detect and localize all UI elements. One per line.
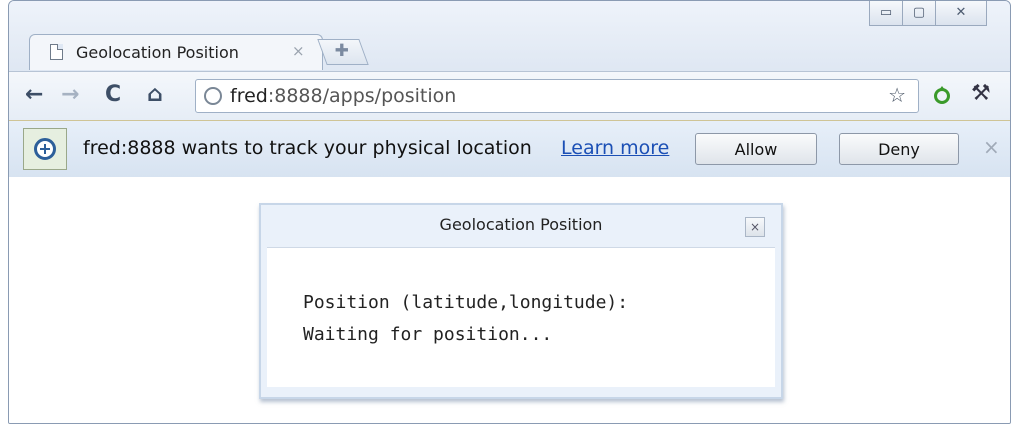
- url-text: fred:8888/apps/position: [230, 85, 457, 107]
- address-bar[interactable]: fred:8888/apps/position ☆: [195, 79, 919, 113]
- maximize-icon: ▢: [912, 5, 926, 20]
- globe-icon: [204, 87, 222, 105]
- minimize-icon: ▭: [879, 5, 893, 20]
- position-status: Waiting for position...: [303, 324, 553, 345]
- tab-close-button[interactable]: ×: [292, 42, 305, 60]
- bookmark-star-icon[interactable]: ☆: [888, 83, 906, 107]
- forward-button[interactable]: →: [61, 82, 79, 107]
- position-label: Position (latitude,longitude):: [303, 292, 629, 313]
- plus-icon: ✚: [334, 41, 349, 61]
- geolocation-dialog: Geolocation Position × Position (latitud…: [259, 203, 783, 399]
- reload-button[interactable]: C: [105, 82, 121, 107]
- learn-more-link[interactable]: Learn more: [561, 137, 669, 159]
- close-window-button[interactable]: ✕: [935, 1, 987, 26]
- back-button[interactable]: ←: [25, 82, 43, 107]
- page-content: Geolocation Position × Position (latitud…: [9, 177, 1010, 423]
- extension-icon[interactable]: [933, 84, 951, 104]
- allow-button[interactable]: Allow: [695, 133, 817, 165]
- page-icon: [50, 44, 63, 60]
- new-tab-button[interactable]: ✚: [317, 39, 369, 65]
- maximize-button[interactable]: ▢: [902, 1, 936, 26]
- minimize-button[interactable]: ▭: [869, 1, 903, 26]
- browser-window: ▭ ▢ ✕ Geolocation Position × ✚ ← → C ⌂ f…: [8, 0, 1011, 424]
- tab-title: Geolocation Position: [76, 43, 239, 62]
- deny-button[interactable]: Deny: [839, 133, 959, 165]
- close-icon: ✕: [955, 5, 967, 20]
- tab-geolocation-position[interactable]: Geolocation Position ×: [29, 34, 323, 70]
- infobar-close-icon[interactable]: ×: [983, 135, 1000, 159]
- location-map-icon: [23, 128, 67, 170]
- navigation-toolbar: ← → C ⌂ fred:8888/apps/position ☆ ⚒: [9, 71, 1010, 120]
- infobar-message: fred:8888 wants to track your physical l…: [83, 137, 532, 159]
- wrench-menu-icon[interactable]: ⚒: [971, 81, 991, 106]
- dialog-close-button[interactable]: ×: [745, 217, 765, 237]
- title-bar: ▭ ▢ ✕ Geolocation Position × ✚: [9, 1, 1010, 79]
- home-button[interactable]: ⌂: [147, 82, 163, 107]
- dialog-body: Position (latitude,longitude): Waiting f…: [267, 247, 775, 387]
- geolocation-infobar: fred:8888 wants to track your physical l…: [9, 120, 1010, 178]
- dialog-title: Geolocation Position: [439, 215, 603, 234]
